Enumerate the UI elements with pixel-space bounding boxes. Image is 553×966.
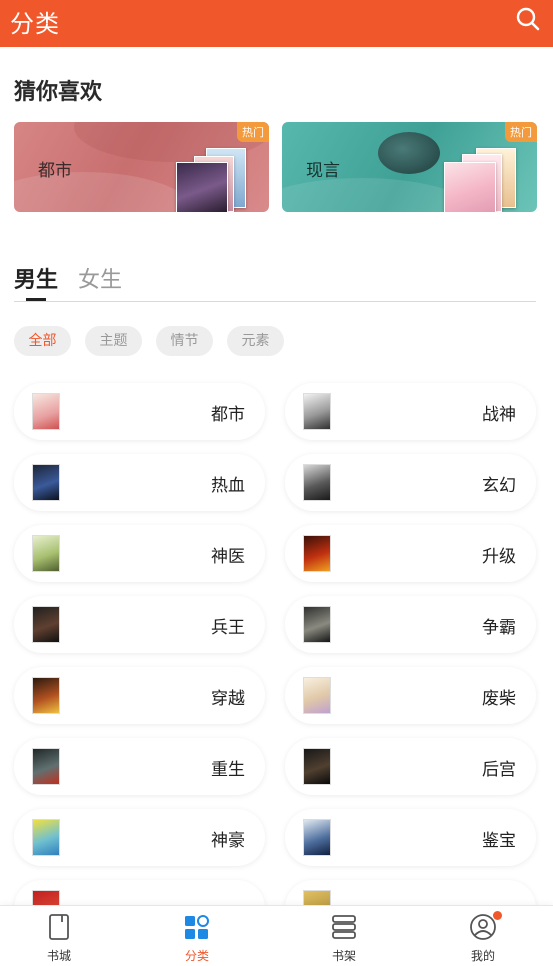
category-label: 玄幻	[482, 476, 516, 496]
book-cover-stack	[442, 148, 522, 212]
tab-underline	[26, 298, 46, 301]
category-label: 神豪	[211, 831, 245, 851]
book-city-icon	[49, 914, 69, 940]
nav-book-city[interactable]: 书城	[19, 906, 99, 966]
category-card-feichai[interactable]: 废柴	[285, 667, 536, 724]
gender-tabs: 男生 女生	[14, 262, 536, 302]
category-label: 鉴宝	[482, 831, 516, 851]
book-cover	[176, 162, 228, 212]
category-card-chuanyue[interactable]: 穿越	[14, 667, 265, 724]
book-cover-stack	[176, 148, 256, 212]
category-label: 战神	[482, 405, 516, 425]
category-thumbnail	[303, 677, 331, 714]
nav-label: 我的	[470, 949, 495, 963]
nav-category[interactable]: 分类	[157, 906, 237, 966]
category-label: 都市	[211, 405, 245, 425]
banner-label: 现言	[306, 161, 340, 181]
category-card-chongsheng[interactable]: 重生	[14, 738, 265, 795]
search-button[interactable]	[515, 6, 541, 32]
bookshelf-icon	[332, 915, 356, 939]
nav-bookshelf[interactable]: 书架	[304, 906, 384, 966]
tab-female[interactable]: 女生	[78, 262, 122, 294]
category-card-hougong[interactable]: 后宫	[285, 738, 536, 795]
category-thumbnail	[303, 535, 331, 572]
category-card-zhanshen[interactable]: 战神	[285, 383, 536, 440]
category-card-shengji[interactable]: 升级	[285, 525, 536, 582]
category-icon	[185, 915, 209, 939]
recommend-title: 猜你喜欢	[14, 80, 103, 105]
category-card-shenyi[interactable]: 神医	[14, 525, 265, 582]
category-thumbnail	[32, 677, 60, 714]
category-card-xuanhuan[interactable]: 玄幻	[285, 454, 536, 511]
category-thumbnail	[303, 819, 331, 856]
category-label: 穿越	[211, 689, 245, 709]
banner-label: 都市	[38, 161, 72, 181]
category-label: 废柴	[482, 689, 516, 709]
category-card-zhengba[interactable]: 争霸	[285, 596, 536, 653]
category-label: 兵王	[211, 618, 245, 638]
hot-badge: 热门	[237, 122, 269, 142]
category-thumbnail	[303, 464, 331, 501]
page-title: 分类	[10, 10, 60, 38]
category-thumbnail	[32, 464, 60, 501]
category-card-rexue[interactable]: 热血	[14, 454, 265, 511]
bottom-navigation: 书城 分类 书架 我的	[0, 905, 553, 966]
filter-plot[interactable]: 情节	[156, 326, 213, 356]
filter-element[interactable]: 元素	[227, 326, 284, 356]
tab-male[interactable]: 男生	[14, 262, 58, 294]
category-label: 神医	[211, 547, 245, 567]
category-label: 热血	[211, 476, 245, 496]
search-icon	[516, 7, 540, 31]
category-card-shenhao[interactable]: 神豪	[14, 809, 265, 866]
banner-decoration	[378, 132, 440, 174]
app-header: 分类	[0, 0, 553, 47]
category-label: 升级	[482, 547, 516, 567]
category-label: 重生	[211, 760, 245, 780]
nav-profile[interactable]: 我的	[443, 906, 523, 966]
category-thumbnail	[303, 606, 331, 643]
category-label: 争霸	[482, 618, 516, 638]
filter-theme[interactable]: 主题	[85, 326, 142, 356]
nav-label: 书城	[46, 949, 71, 963]
banner-xianyan[interactable]: 现言 热门	[282, 122, 537, 212]
category-thumbnail	[32, 748, 60, 785]
nav-label: 分类	[184, 949, 209, 963]
category-thumbnail	[303, 393, 331, 430]
banner-dushi[interactable]: 都市 热门	[14, 122, 269, 212]
category-label: 后宫	[482, 760, 516, 780]
category-thumbnail	[32, 393, 60, 430]
category-thumbnail	[303, 748, 331, 785]
category-card-dushi[interactable]: 都市	[14, 383, 265, 440]
notification-dot	[493, 911, 502, 920]
category-thumbnail	[32, 819, 60, 856]
hot-badge: 热门	[505, 122, 537, 142]
category-thumbnail	[32, 606, 60, 643]
nav-label: 书架	[331, 949, 356, 963]
book-cover	[444, 162, 496, 212]
category-card-bingwang[interactable]: 兵王	[14, 596, 265, 653]
filter-all[interactable]: 全部	[14, 326, 71, 356]
category-thumbnail	[32, 535, 60, 572]
category-card-jianbao[interactable]: 鉴宝	[285, 809, 536, 866]
